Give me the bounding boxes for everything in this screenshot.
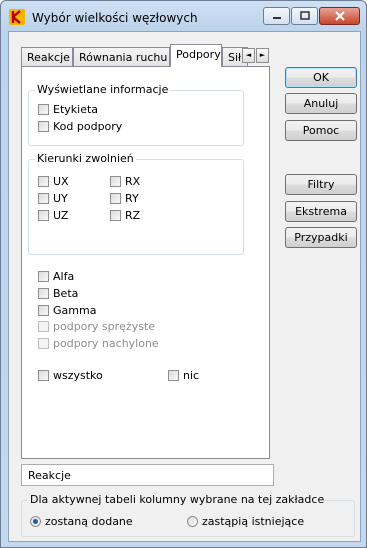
help-button[interactable]: Pomoc xyxy=(285,120,357,141)
radio-button[interactable] xyxy=(187,515,198,527)
podpory-sprezyste-label: podpory sprężyste xyxy=(53,320,156,333)
info-group: Wyświetlane informacje xyxy=(28,83,244,146)
ux-label: UX xyxy=(53,175,69,188)
window-title: Wybór wielkości węzłowych xyxy=(32,11,198,25)
directions-group-label: Kierunki zwolnień xyxy=(35,152,136,165)
checkbox-box xyxy=(38,320,49,332)
checkbox-box[interactable] xyxy=(110,175,121,187)
column-mode-group: Dla aktywnej tabeli kolumny wybrane na t… xyxy=(21,493,355,537)
uz-label: UZ xyxy=(53,209,69,222)
tab-scroll-left-button[interactable]: ◄ xyxy=(242,48,255,63)
checkbox-box xyxy=(38,337,49,349)
checkbox-box[interactable] xyxy=(110,192,121,204)
checkbox-box[interactable] xyxy=(38,103,49,115)
checkbox-box[interactable] xyxy=(38,369,49,381)
rx-label: RX xyxy=(125,175,141,188)
checkbox-box[interactable] xyxy=(38,270,49,282)
close-button[interactable] xyxy=(319,7,360,25)
close-icon xyxy=(334,11,345,21)
radio-replace-option[interactable]: zastąpią istniejące xyxy=(187,515,304,529)
etykieta-checkbox[interactable]: Etykieta xyxy=(38,103,98,117)
alfa-label: Alfa xyxy=(53,270,75,283)
info-group-label: Wyświetlane informacje xyxy=(35,83,171,96)
rx-checkbox[interactable]: RX xyxy=(110,175,140,189)
checkbox-box[interactable] xyxy=(168,369,179,381)
podpory-nachylone-label: podpory nachylone xyxy=(53,337,159,350)
maximize-button[interactable] xyxy=(291,7,318,25)
kod-podpory-checkbox[interactable]: Kod podpory xyxy=(38,120,122,134)
minimize-button[interactable] xyxy=(263,7,290,25)
checkbox-box[interactable] xyxy=(38,175,49,187)
checkbox-box[interactable] xyxy=(38,209,49,221)
beta-checkbox[interactable]: Beta xyxy=(38,287,78,301)
gamma-label: Gamma xyxy=(53,304,97,317)
podpory-nachylone-checkbox: podpory nachylone xyxy=(38,337,159,351)
ry-label: RY xyxy=(125,192,139,205)
radio-replace-label: zastąpią istniejące xyxy=(202,515,305,528)
checkbox-box[interactable] xyxy=(38,287,49,299)
uy-checkbox[interactable]: UY xyxy=(38,192,68,206)
tab-podpory[interactable]: Podpory xyxy=(170,44,222,67)
ok-button[interactable]: OK xyxy=(285,67,357,88)
cancel-button[interactable]: Anuluj xyxy=(285,93,357,114)
dialog-window: Wybór wielkości węzłowych Reakcje Równan… xyxy=(0,0,367,548)
checkbox-box[interactable] xyxy=(38,192,49,204)
tab-scroll-right-button[interactable]: ► xyxy=(256,48,269,63)
tab-reakcje[interactable]: Reakcje xyxy=(21,47,73,66)
radio-button-checked[interactable] xyxy=(30,515,41,527)
radio-add-label: zostaną dodane xyxy=(45,515,133,528)
kod-podpory-label: Kod podpory xyxy=(53,120,123,133)
minimize-icon xyxy=(272,17,281,19)
rz-label: RZ xyxy=(125,209,141,222)
arrow-right-icon: ► xyxy=(259,51,266,59)
cases-button[interactable]: Przypadki xyxy=(285,227,357,248)
podpory-tab-panel: Wyświetlane informacje Etykieta Kod podp… xyxy=(21,66,270,459)
table-name-field[interactable]: Reakcje xyxy=(21,464,274,486)
uz-checkbox[interactable]: UZ xyxy=(38,209,68,223)
wszystko-label: wszystko xyxy=(53,369,103,382)
podpory-sprezyste-checkbox: podpory sprężyste xyxy=(38,320,155,334)
column-mode-group-label: Dla aktywnej tabeli kolumny wybrane na t… xyxy=(28,493,327,506)
ux-checkbox[interactable]: UX xyxy=(38,175,69,189)
uy-label: UY xyxy=(53,192,68,205)
gamma-checkbox[interactable]: Gamma xyxy=(38,304,96,318)
maximize-icon xyxy=(299,11,310,20)
rz-checkbox[interactable]: RZ xyxy=(110,209,140,223)
ry-checkbox[interactable]: RY xyxy=(110,192,139,206)
radio-add-option[interactable]: zostaną dodane xyxy=(30,515,133,529)
tab-rownania-ruchu[interactable]: Równania ruchu xyxy=(73,47,170,66)
checkbox-box[interactable] xyxy=(38,120,49,132)
beta-label: Beta xyxy=(53,287,79,300)
extremes-button[interactable]: Ekstrema xyxy=(285,201,357,222)
arrow-left-icon: ◄ xyxy=(245,51,252,59)
directions-group: Kierunki zwolnień xyxy=(28,152,244,255)
filters-button[interactable]: Filtry xyxy=(285,174,357,195)
nic-checkbox[interactable]: nic xyxy=(168,369,199,383)
title-bar[interactable]: Wybór wielkości węzłowych xyxy=(1,1,366,31)
wszystko-checkbox[interactable]: wszystko xyxy=(38,369,103,383)
checkbox-box[interactable] xyxy=(38,304,49,316)
robot-app-icon xyxy=(9,9,25,25)
nic-label: nic xyxy=(183,369,200,382)
etykieta-label: Etykieta xyxy=(53,103,99,116)
alfa-checkbox[interactable]: Alfa xyxy=(38,270,74,284)
checkbox-box[interactable] xyxy=(110,209,121,221)
dialog-client-area: Reakcje Równania ruchu Podpory Sił ◄ ► W… xyxy=(8,31,361,542)
